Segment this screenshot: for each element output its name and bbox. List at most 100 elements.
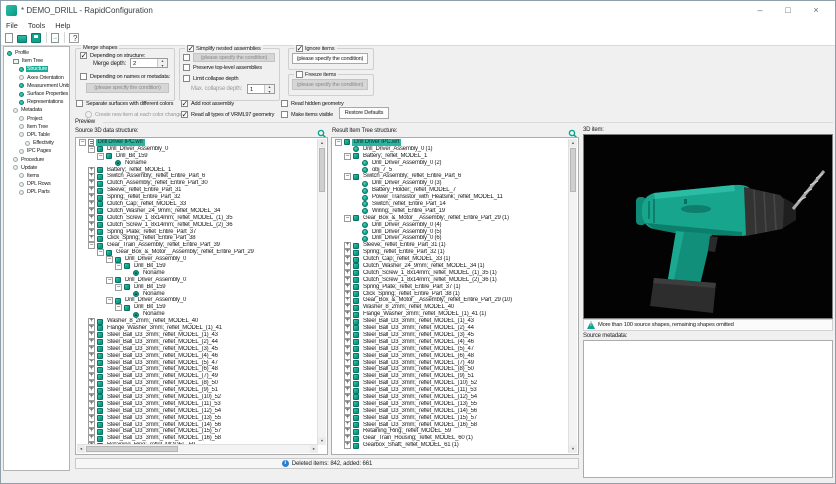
tree-node-label[interactable]: Drill_Driver_Assembly_0 (4) <box>370 222 443 229</box>
tree-node[interactable]: − Drill_Bit_159 <box>78 283 318 291</box>
expand-icon[interactable]: + <box>88 221 95 229</box>
tree-node[interactable]: − Drill_Driver_Assembly_0 <box>78 145 318 153</box>
expand-icon[interactable]: + <box>88 352 95 360</box>
tree-node-label[interactable]: Gear_Train_Assembly;_reflet_Entire_Part_… <box>105 242 222 249</box>
sidebar-item-effectivity[interactable]: Effectivity <box>4 139 69 147</box>
tree-node-label[interactable]: Retaining_Ring;_reflet_MODEL_59 <box>361 428 453 435</box>
tree-node-label[interactable]: Clutch_Screw_1_8x14mm;_reflet_MODEL_(1)_… <box>361 270 499 277</box>
merge-condition-button[interactable]: (please specify the condition) <box>86 83 169 93</box>
source-metadata-box[interactable] <box>583 340 833 478</box>
tree-node-label[interactable]: Drill_Driver_Assembly_0 <box>123 256 188 263</box>
simplify-legend[interactable]: Simplify nested assemblies <box>185 44 263 53</box>
tree-node-label[interactable]: Drill_Bit_159 <box>132 263 167 270</box>
tree-node[interactable]: − Drill_Bit_159 <box>78 152 318 160</box>
tree-node-label[interactable]: Steel_Ball_D3_3mm;_reflet_MODEL_(7)_49 <box>105 373 220 380</box>
maximize-button[interactable]: □ <box>777 4 799 18</box>
tree-node-label[interactable]: Steel_Ball_D3_3mm;_reflet_MODEL_(3)_45 <box>361 332 476 339</box>
checkbox-icon[interactable] <box>181 110 188 119</box>
expand-icon[interactable]: + <box>344 276 351 284</box>
expand-icon[interactable]: + <box>344 338 351 346</box>
close-button[interactable]: × <box>805 4 827 18</box>
tree-node[interactable]: + Gear_Train_Housing;_reflet_MODEL_60 (1) <box>334 435 569 443</box>
tree-node[interactable]: + Steel_Ball_D3_3mm;_reflet_MODEL_(1)_43 <box>78 331 318 339</box>
tree-node-label[interactable]: Drill_Driver_Assembly_0 <box>105 146 170 153</box>
merge-depth-stepper[interactable]: 2 ▲ ▼ <box>130 58 168 68</box>
title-bar[interactable]: * DEMO_DRILL - RapidConfiguration – □ × <box>1 1 835 20</box>
tree-node[interactable]: + Steel_Ball_D3_3mm;_reflet_MODEL_(7)_49 <box>78 373 318 381</box>
tree-node[interactable]: + Clutch_Screw_1_8x14mm;_reflet_MODEL_(2)… <box>334 276 569 284</box>
tree-node[interactable]: + Sleeve;_reflet_Entire_Part_31 (1) <box>334 242 569 250</box>
sidebar-item-metadata[interactable]: Metadata <box>4 106 69 114</box>
expand-icon[interactable]: + <box>344 435 351 443</box>
expand-icon[interactable]: + <box>88 214 95 222</box>
scroll-right-icon[interactable]: ► <box>310 445 318 453</box>
tree-node[interactable]: + Clutch_Screw_1_8x14mm;_reflet_MODEL_(1)… <box>334 269 569 277</box>
read-hidden-option[interactable]: Read hidden geometry <box>281 100 344 107</box>
tree-node[interactable]: Drill_Driver_Assembly_0 (5) <box>334 229 569 236</box>
tree-node[interactable]: + Steel_Ball_D3_3mm;_reflet_MODEL_(10)_52 <box>78 393 318 401</box>
tree-node-label[interactable]: Clutch_Cap;_reflet_MODEL_33 (1) <box>361 256 452 263</box>
tree-node-label[interactable]: Steel_Ball_D3_3mm;_reflet_MODEL_(1)_43 <box>105 332 220 339</box>
tree-node-label[interactable]: Drill_Driver_Assembly_0 (6) <box>370 235 443 242</box>
search-icon[interactable] <box>568 126 578 139</box>
expand-icon[interactable]: + <box>344 393 351 401</box>
tree-node[interactable]: − Drill_Driver_Assembly_0 <box>78 297 318 305</box>
tree-node[interactable]: + Steel_Ball_D3_3mm;_reflet_MODEL_(3)_45 <box>78 345 318 353</box>
tree-node-label[interactable]: Steel_Ball_D3_3mm;_reflet_MODEL_(9)_51 <box>105 387 220 394</box>
expand-icon[interactable]: + <box>88 414 95 422</box>
tree-node-label[interactable]: Battery_Holder;_reflet_MODEL_7 <box>370 187 458 194</box>
tree-node[interactable]: + Steel_Ball_D3_3mm;_reflet_MODEL_(4)_46 <box>78 352 318 360</box>
sidebar-item-dpl-rows[interactable]: DPL Rows <box>4 180 69 188</box>
expand-icon[interactable]: + <box>344 428 351 436</box>
tree-node[interactable]: + Steel_Ball_D3_3mm;_reflet_MODEL_(11)_53 <box>78 400 318 408</box>
tree-node-label[interactable]: Steel_Ball_D3_3mm;_reflet_MODEL_(15)_57 <box>361 415 479 422</box>
expand-icon[interactable]: + <box>88 201 95 208</box>
menu-help[interactable]: Help <box>55 21 70 30</box>
tree-node-label[interactable]: Steel_Ball_D3_3mm;_reflet_MODEL_(12)_54 <box>361 394 479 401</box>
tree-node[interactable]: + Washer_8_2mm;_reflet_MODEL_40 <box>78 318 318 326</box>
sidebar-item-structure[interactable]: Structure <box>4 65 69 73</box>
tree-node-label[interactable]: Gearbox_Shaft;_reflet_MODEL_61 (1) <box>361 442 461 449</box>
checkbox-icon[interactable] <box>183 64 190 71</box>
tree-node-label[interactable]: Gear_Box_&_Motor__Assembly;_reflet_Entir… <box>361 215 511 222</box>
tree-node[interactable]: + Steel_Ball_D3_3mm;_reflet_MODEL_(2)_44 <box>334 325 569 332</box>
checkbox-icon[interactable] <box>76 100 83 107</box>
tree-node-label[interactable]: obj_7_5 <box>370 167 394 174</box>
tree-node[interactable]: + Steel_Ball_D3_3mm;_reflet_MODEL_(8)_50 <box>334 366 569 374</box>
export-icon[interactable] <box>51 32 59 43</box>
stepper-arrows-icon[interactable]: ▲ ▼ <box>157 59 167 68</box>
tree-node-label[interactable]: Steel_Ball_D3_3mm;_reflet_MODEL_(13)_55 <box>361 401 479 408</box>
tree-node[interactable]: − Drill_Bit_159 <box>78 304 318 312</box>
tree-node[interactable]: + Steel_Ball_D3_3mm;_reflet_MODEL_(5)_47 <box>78 359 318 367</box>
tree-node-label[interactable]: Noname <box>141 311 166 318</box>
expand-icon[interactable]: + <box>88 187 95 195</box>
tree-node-label[interactable]: Noname <box>123 160 148 167</box>
expand-icon[interactable]: + <box>344 249 351 257</box>
checkbox-icon[interactable] <box>183 54 190 61</box>
tree-node[interactable]: + Clutch_Screw_1_8x14mm;_reflet_MODEL_(2)… <box>78 221 318 229</box>
expand-icon[interactable]: + <box>88 428 95 436</box>
expand-icon[interactable]: + <box>88 421 95 429</box>
tree-node[interactable]: − Gear_Train_Assembly;_reflet_Entire_Part… <box>78 242 318 250</box>
tree-node[interactable]: + Battery;_reflet_MODEL_1 <box>78 166 318 174</box>
tree-node-label[interactable]: Steel_Ball_D3_3mm;_reflet_MODEL_(10)_52 <box>361 380 479 387</box>
tree-node[interactable]: + Steel_Ball_D3_3mm;_reflet_MODEL_(11)_53 <box>334 387 569 394</box>
tree-node[interactable]: − Drill Driver IPC.wrl <box>334 139 569 146</box>
expand-icon[interactable]: + <box>88 318 95 326</box>
tree-node[interactable]: + Spring_Plate;_reflet_Entire_Part_37 (1) <box>334 283 569 291</box>
checkbox-icon[interactable] <box>181 99 188 108</box>
collapse-icon[interactable]: − <box>115 304 122 312</box>
sidebar-item-dpl-parts[interactable]: DPL Parts <box>4 188 69 196</box>
vertical-scrollbar[interactable]: ▲ ▼ <box>568 139 577 453</box>
tree-node[interactable]: + Steel_Ball_D3_3mm;_reflet_MODEL_(6)_48 <box>334 352 569 360</box>
read-vrml-option[interactable]: Read all types of VRML97 geometry <box>181 110 274 119</box>
help-icon[interactable] <box>69 32 79 43</box>
tree-node[interactable]: Drill_Driver_Assembly_0 (4) <box>334 222 569 229</box>
tree-node-label[interactable]: Drill_Bit_159 <box>114 153 149 160</box>
tree-node-label[interactable]: Noname <box>141 291 166 298</box>
checkbox-icon[interactable] <box>187 44 194 53</box>
tree-node[interactable]: + Flange_Washer_3mm;_reflet_MODEL_(1)_41 <box>78 325 318 332</box>
expand-icon[interactable]: + <box>344 311 351 319</box>
tree-node[interactable]: Drill_Driver_Assembly_0 (6) <box>334 235 569 242</box>
new-icon[interactable] <box>5 32 13 43</box>
